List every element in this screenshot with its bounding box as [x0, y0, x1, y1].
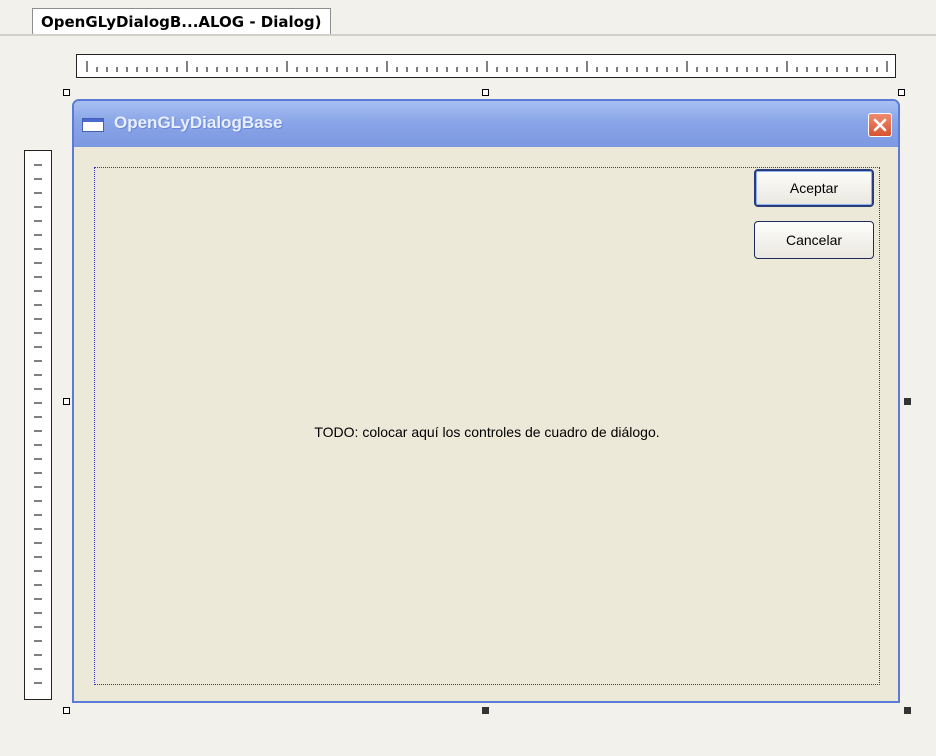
ok-button[interactable]: Aceptar [754, 169, 874, 207]
dialog-window[interactable]: OpenGLyDialogBase TODO: colocar aquí los… [72, 99, 900, 703]
todo-placeholder-text: TODO: colocar aquí los controles de cuad… [314, 424, 660, 440]
horizontal-ruler[interactable] [76, 54, 896, 78]
close-icon [873, 118, 887, 132]
dialog-titlebar[interactable]: OpenGLyDialogBase [74, 101, 898, 147]
horizontal-ruler-ticks [86, 61, 888, 72]
cancel-button[interactable]: Cancelar [754, 221, 874, 259]
resize-handle-top-left[interactable] [63, 89, 70, 96]
editor-tab-dialog[interactable]: OpenGLyDialogB...ALOG - Dialog) [32, 8, 331, 35]
window-icon [82, 118, 104, 132]
vertical-ruler[interactable] [24, 150, 52, 700]
resize-handle-top-right[interactable] [898, 89, 905, 96]
resize-handle-bottom[interactable] [482, 707, 489, 714]
editor-tab-strip: OpenGLyDialogB...ALOG - Dialog) [0, 0, 936, 40]
tab-divider [0, 34, 936, 36]
resize-handle-bottom-left[interactable] [63, 707, 70, 714]
vertical-ruler-ticks [34, 164, 42, 684]
resize-handle-left[interactable] [63, 398, 70, 405]
close-button[interactable] [868, 113, 892, 137]
dialog-title: OpenGLyDialogBase [114, 113, 283, 132]
resize-handle-bottom-right[interactable] [904, 707, 911, 714]
resize-handle-right[interactable] [904, 398, 911, 405]
resize-handle-top[interactable] [482, 89, 489, 96]
